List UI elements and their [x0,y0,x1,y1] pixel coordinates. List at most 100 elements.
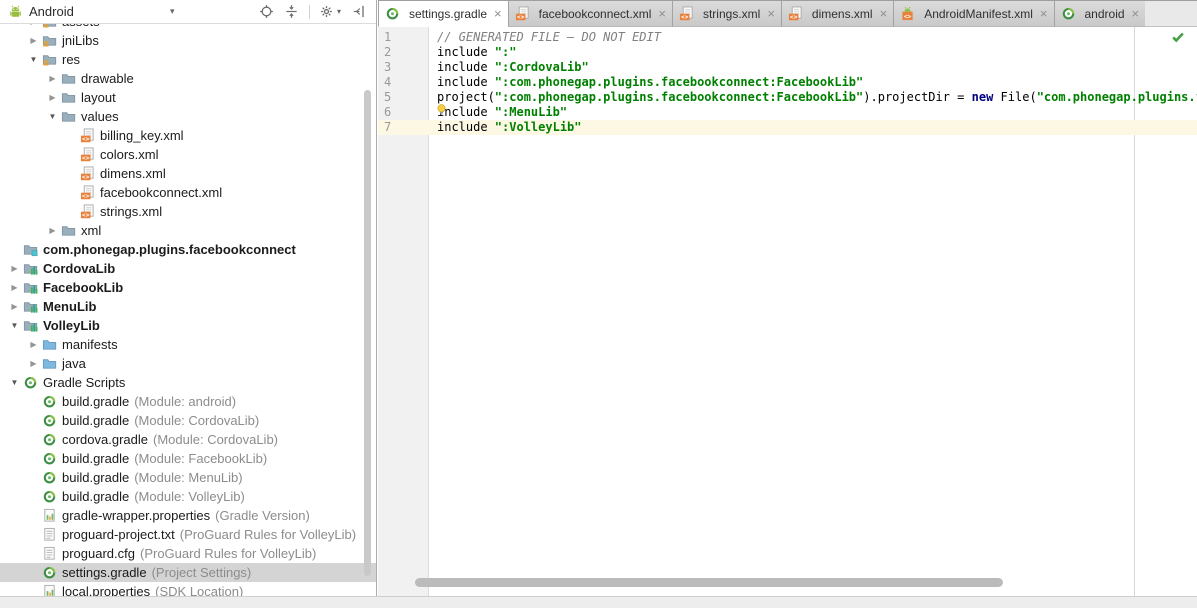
code-line-6[interactable]: 6include ":MenuLib" [378,105,1197,120]
tree-item-facebookconnect.xml[interactable]: <>facebookconnect.xml [0,183,376,202]
expanded-arrow-icon[interactable]: ▼ [25,55,42,64]
tree-item-strings.xml[interactable]: <>strings.xml [0,202,376,221]
tree-item-res[interactable]: ▼res [0,50,376,69]
tree-item-cordova.gradle[interactable]: cordova.gradle(Module: CordovaLib) [0,430,376,449]
tab-close-icon[interactable]: × [880,7,888,20]
svg-text:<>: <> [82,136,90,143]
tree-item-build.gradle[interactable]: build.gradle(Module: MenuLib) [0,468,376,487]
tab-close-icon[interactable]: × [658,7,666,20]
tree-item-label: com.phonegap.plugins.facebookconnect [43,242,296,257]
code-line-7[interactable]: 7include ":VolleyLib" [378,120,1197,135]
tree-item-billing_key.xml[interactable]: <>billing_key.xml [0,126,376,145]
tree-item-VolleyLib[interactable]: ▼VolleyLib [0,316,376,335]
tree-item-proguard-project.txt[interactable]: proguard-project.txt(ProGuard Rules for … [0,525,376,544]
line-number: 4 [378,75,429,90]
collapsed-arrow-icon[interactable]: ▶ [25,359,42,368]
code-line-4[interactable]: 4include ":com.phonegap.plugins.facebook… [378,75,1197,90]
tree-item-proguard.cfg[interactable]: proguard.cfg(ProGuard Rules for VolleyLi… [0,544,376,563]
gear-dropdown-caret-icon[interactable]: ▾ [337,7,341,16]
gradle-icon [1061,6,1076,21]
tree-item-xml[interactable]: ▶xml [0,221,376,240]
module-icon [23,318,38,333]
tree-item-colors.xml[interactable]: <>colors.xml [0,145,376,164]
collapsed-arrow-icon[interactable]: ▶ [6,264,23,273]
tree-item-FacebookLib[interactable]: ▶FacebookLib [0,278,376,297]
xml-file-icon: <> [80,128,95,143]
svg-text:<>: <> [904,14,912,21]
tree-item-MenuLib[interactable]: ▶MenuLib [0,297,376,316]
tab-close-icon[interactable]: × [1040,7,1048,20]
line-number: 7 [378,120,429,135]
settings-gear-icon[interactable] [319,4,335,20]
collapsed-arrow-icon[interactable]: ▶ [44,226,61,235]
svg-text:<>: <> [82,174,90,181]
status-strip [0,596,1197,608]
collapsed-arrow-icon[interactable]: ▶ [6,283,23,292]
tree-item-label: colors.xml [100,147,159,162]
editor-horizontal-scrollbar[interactable] [415,578,1003,587]
code-line-1[interactable]: 1// GENERATED FILE — DO NOT EDIT [378,30,1197,45]
tree-item-values[interactable]: ▼values [0,107,376,126]
tab-facebookconnect.xml[interactable]: <>facebookconnect.xml× [508,1,672,27]
collapsed-arrow-icon[interactable]: ▶ [6,302,23,311]
tree-item-local.properties[interactable]: local.properties(SDK Location) [0,582,376,596]
tree-item-drawable[interactable]: ▶ drawable [0,69,376,88]
editor[interactable]: 1// GENERATED FILE — DO NOT EDIT2include… [378,27,1197,596]
sidebar-vertical-scrollbar[interactable] [364,90,371,576]
tree-item-suffix: (Module: MenuLib) [134,470,242,485]
android-studio-window: Android ▾ ▾ ▶assets▶jniLibs▼res ▶ drawable… [0,0,1197,608]
code-line-5[interactable]: 5project(":com.phonegap.plugins.facebook… [378,90,1197,105]
tree-item-Gradle Scripts[interactable]: ▼Gradle Scripts [0,373,376,392]
tab-close-icon[interactable]: × [494,7,502,20]
expanded-arrow-icon[interactable]: ▼ [6,321,23,330]
gradle-icon [23,375,38,390]
tree-item-settings.gradle[interactable]: settings.gradle(Project Settings) [0,563,376,582]
collapsed-arrow-icon[interactable]: ▶ [44,93,61,102]
code-line-3[interactable]: 3include ":CordovaLib" [378,60,1197,75]
tree-item-build.gradle[interactable]: build.gradle(Module: CordovaLib) [0,411,376,430]
tree-item-label: drawable [81,71,134,86]
tree-item-gradle-wrapper.properties[interactable]: gradle-wrapper.properties(Gradle Version… [0,506,376,525]
tab-settings.gradle[interactable]: settings.gradle× [378,1,508,27]
code-line-2[interactable]: 2include ":" [378,45,1197,60]
tree-item-layout[interactable]: ▶ layout [0,88,376,107]
tree-item-label: dimens.xml [100,166,166,181]
tree-item-java[interactable]: ▶java [0,354,376,373]
tab-close-icon[interactable]: × [767,7,775,20]
hide-panel-icon[interactable] [350,4,366,20]
project-view-selector[interactable]: Android [29,4,74,19]
tab-close-icon[interactable]: × [1132,7,1140,20]
tree-item-suffix: (Module: android) [134,394,236,409]
tree-item-com.phonegap.plugins.facebookconnect[interactable]: com.phonegap.plugins.facebookconnect [0,240,376,259]
collapsed-arrow-icon[interactable]: ▶ [44,74,61,83]
tree-item-CordovaLib[interactable]: ▶CordovaLib [0,259,376,278]
intention-bulb-icon[interactable] [435,103,448,121]
expanded-arrow-icon[interactable]: ▼ [44,112,61,121]
selector-dropdown-caret-icon[interactable]: ▾ [170,6,175,17]
xml-file-icon: <> [80,166,95,181]
code-area[interactable]: 1// GENERATED FILE — DO NOT EDIT2include… [378,27,1197,135]
tree-item-jniLibs[interactable]: ▶jniLibs [0,31,376,50]
tree-item-build.gradle[interactable]: build.gradle(Module: VolleyLib) [0,487,376,506]
tree-item-label: layout [81,90,116,105]
collapsed-arrow-icon[interactable]: ▶ [25,24,42,26]
folder-pkg-icon [23,242,38,257]
tree-item-suffix: (Module: FacebookLib) [134,451,267,466]
collapsed-arrow-icon[interactable]: ▶ [25,36,42,45]
gradle-icon [42,489,57,504]
expanded-arrow-icon[interactable]: ▼ [6,378,23,387]
gradle-icon [42,451,57,466]
tab-android[interactable]: android× [1054,1,1146,27]
tree-item-dimens.xml[interactable]: <> dimens.xml [0,164,376,183]
collapse-all-icon[interactable] [284,4,300,20]
tab-AndroidManifest.xml[interactable]: <>AndroidManifest.xml× [893,1,1053,27]
tree-item-manifests[interactable]: ▶manifests [0,335,376,354]
tree-item-build.gradle[interactable]: build.gradle(Module: FacebookLib) [0,449,376,468]
tree-item-build.gradle[interactable]: build.gradle(Module: android) [0,392,376,411]
tab-dimens.xml[interactable]: <>dimens.xml× [781,1,893,27]
tree-item-assets[interactable]: ▶assets [0,24,376,31]
tab-strings.xml[interactable]: <>strings.xml× [672,1,781,27]
collapsed-arrow-icon[interactable]: ▶ [25,340,42,349]
locate-target-icon[interactable] [259,4,275,20]
folder-res-icon [42,52,57,67]
